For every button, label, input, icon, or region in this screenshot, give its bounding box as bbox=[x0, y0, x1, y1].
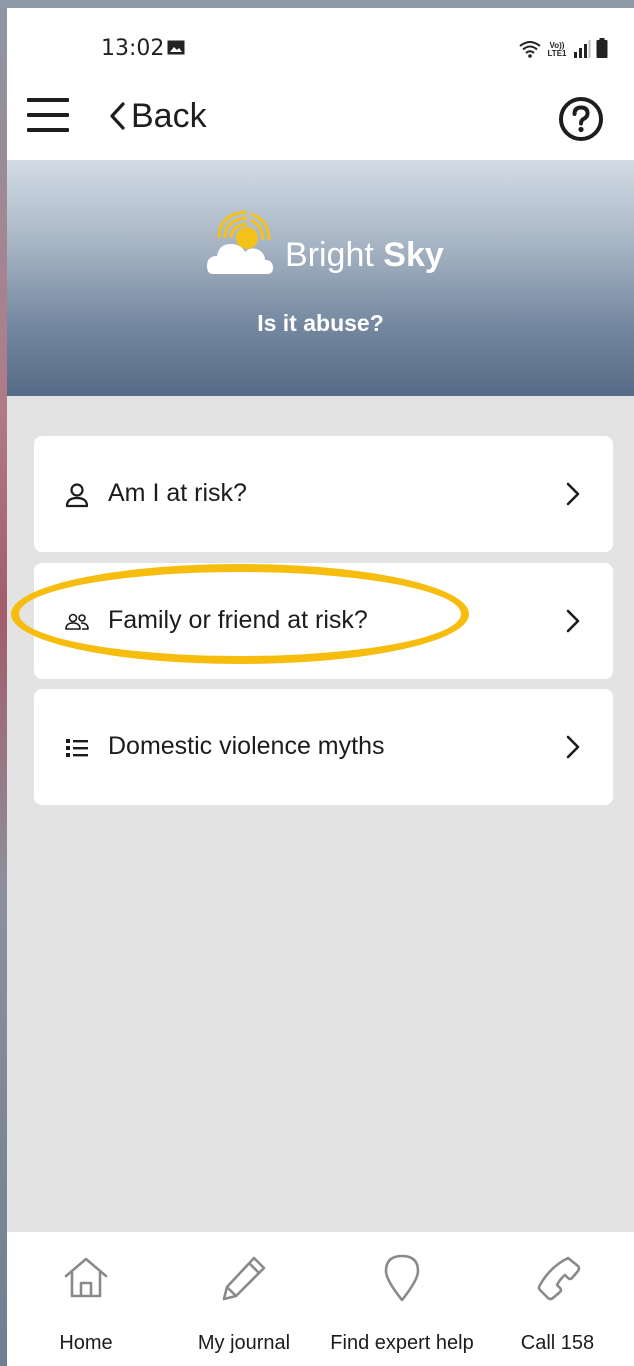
menu-item-am-i-at-risk[interactable]: Am I at risk? bbox=[34, 436, 613, 552]
phone-screen: 13:02 Vo)) LTE1 Back Bright Sky Is it ab… bbox=[7, 8, 634, 1366]
signal-icon bbox=[574, 40, 591, 58]
logo-text-light: Bright bbox=[285, 236, 374, 274]
menu-button[interactable] bbox=[27, 98, 69, 134]
hamburger-line bbox=[27, 113, 69, 117]
pencil-icon bbox=[222, 1256, 266, 1301]
chevron-right-icon bbox=[566, 482, 580, 506]
hero-banner: Bright Sky Is it abuse? bbox=[7, 160, 634, 396]
back-button[interactable]: Back bbox=[107, 96, 207, 136]
back-label: Back bbox=[131, 96, 207, 135]
nav-label: My journal bbox=[197, 1332, 291, 1354]
chevron-left-icon bbox=[110, 102, 125, 130]
home-icon bbox=[64, 1257, 108, 1298]
bottom-navigation: Home My journal Find expert help Call 15… bbox=[7, 1232, 634, 1366]
nav-call[interactable]: Call 158 bbox=[481, 1232, 634, 1366]
hamburger-line bbox=[27, 128, 69, 132]
page-title: Is it abuse? bbox=[257, 310, 384, 336]
nav-my-journal[interactable]: My journal bbox=[165, 1232, 323, 1366]
image-notification-icon bbox=[167, 40, 185, 55]
nav-home[interactable]: Home bbox=[7, 1232, 165, 1366]
logo-text-bold: Sky bbox=[383, 236, 444, 274]
menu-item-label: Domestic violence myths bbox=[108, 732, 385, 760]
person-icon bbox=[65, 483, 89, 508]
menu-item-label: Am I at risk? bbox=[108, 479, 247, 507]
app-bar: Back bbox=[7, 82, 634, 160]
menu-item-label: Family or friend at risk? bbox=[108, 606, 368, 634]
help-button[interactable] bbox=[558, 96, 604, 142]
sun-cloud-icon bbox=[207, 210, 273, 274]
hamburger-menu-icon bbox=[27, 98, 69, 102]
list-icon bbox=[66, 739, 88, 757]
volte-label: Vo)) LTE1 bbox=[547, 41, 567, 58]
wifi-icon bbox=[519, 41, 541, 58]
nav-label: Home bbox=[59, 1332, 113, 1354]
nav-label: Call 158 bbox=[520, 1332, 595, 1354]
nav-label: Find expert help bbox=[330, 1332, 474, 1354]
people-icon bbox=[65, 613, 89, 630]
status-bar: 13:02 Vo)) LTE1 bbox=[7, 8, 634, 82]
battery-icon bbox=[596, 38, 608, 58]
menu-item-domestic-violence-myths[interactable]: Domestic violence myths bbox=[34, 689, 613, 805]
logo-text: Bright Sky bbox=[285, 236, 444, 275]
status-time: 13:02 bbox=[101, 36, 165, 61]
device-frame-left bbox=[0, 0, 7, 1366]
bright-sky-logo: Bright Sky bbox=[207, 208, 447, 280]
nav-find-expert-help[interactable]: Find expert help bbox=[323, 1232, 481, 1366]
status-icons: Vo)) LTE1 bbox=[519, 36, 608, 58]
phone-icon bbox=[537, 1256, 580, 1301]
menu-item-family-or-friend[interactable]: Family or friend at risk? bbox=[34, 563, 613, 679]
device-frame-top bbox=[0, 0, 634, 8]
map-pin-icon bbox=[384, 1254, 420, 1302]
chevron-right-icon bbox=[566, 735, 580, 759]
chevron-right-icon bbox=[566, 609, 580, 633]
